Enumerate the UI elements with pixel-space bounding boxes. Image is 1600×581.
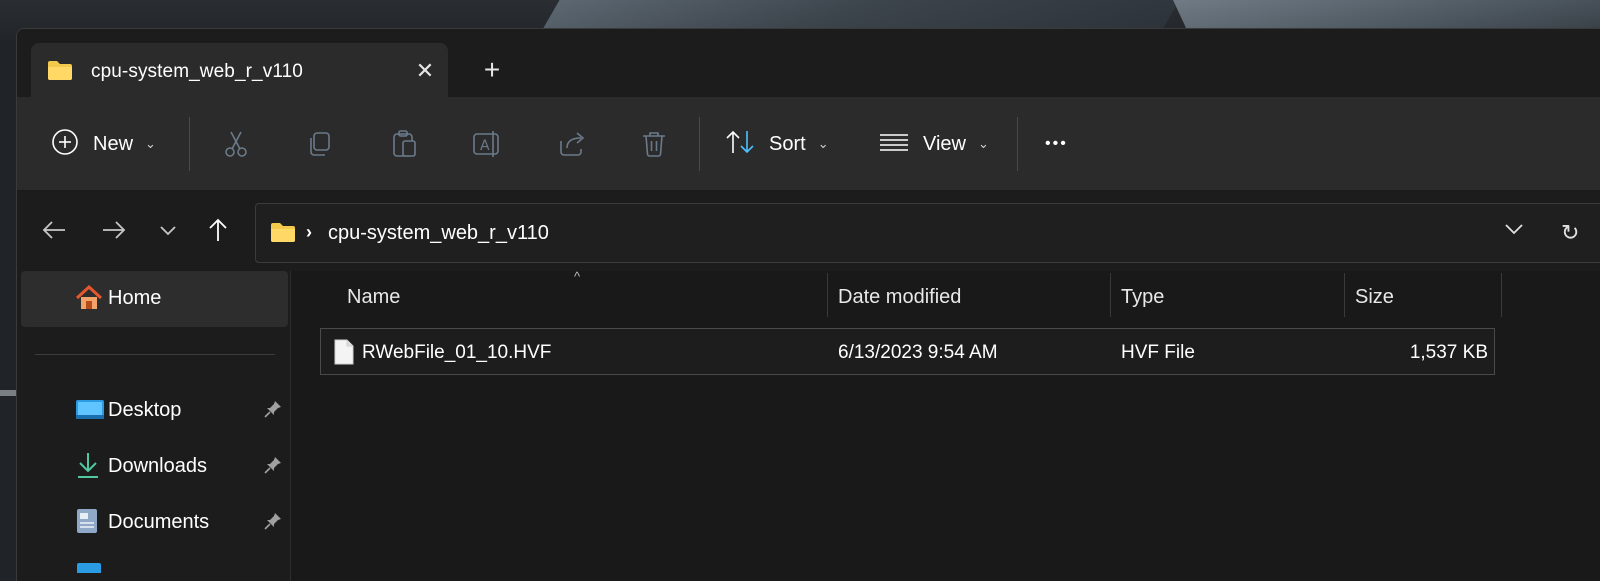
copy-icon[interactable] <box>305 129 335 159</box>
download-icon <box>75 451 101 484</box>
file-icon <box>333 338 355 371</box>
delete-icon[interactable] <box>639 129 669 159</box>
paste-icon[interactable] <box>389 129 419 159</box>
file-explorer-window: cpu-system_web_r_v110 ✕ + New ⌄ A Sort ⌄… <box>16 28 1600 581</box>
address-dropdown-chevron-icon[interactable] <box>1504 222 1524 241</box>
chevron-down-icon: ⌄ <box>817 136 829 151</box>
breadcrumb-current-folder[interactable]: cpu-system_web_r_v110 <box>328 222 549 245</box>
forward-icon[interactable] <box>99 215 129 245</box>
column-separator[interactable] <box>1501 273 1502 317</box>
rename-icon[interactable]: A <box>472 129 502 159</box>
sort-icon <box>725 128 757 161</box>
tab-bar: cpu-system_web_r_v110 ✕ + <box>17 29 1600 99</box>
tab-current-folder[interactable]: cpu-system_web_r_v110 ✕ <box>31 43 448 99</box>
file-type: HVF File <box>1121 342 1195 363</box>
desktop-icon <box>75 399 105 426</box>
breadcrumb-separator[interactable]: › <box>306 222 312 243</box>
pin-icon[interactable] <box>263 511 283 536</box>
view-lines-icon <box>879 132 909 157</box>
chevron-down-icon: ⌄ <box>145 136 156 151</box>
view-button[interactable]: View ⌄ <box>879 97 989 191</box>
up-icon[interactable] <box>203 215 233 245</box>
view-button-label: View <box>923 132 966 155</box>
column-header-date-modified[interactable]: Date modified <box>828 271 1111 317</box>
sidebar-item-label: Downloads <box>108 455 207 477</box>
sort-button-label: Sort <box>769 132 806 155</box>
sidebar-item-home[interactable]: Home <box>17 271 291 327</box>
tab-title: cpu-system_web_r_v110 <box>91 61 303 82</box>
folder-icon <box>47 59 73 86</box>
toolbar-divider <box>1017 117 1018 171</box>
sidebar-item-desktop[interactable]: Desktop <box>17 383 291 439</box>
navigation-bar: › cpu-system_web_r_v110 ↻ <box>17 191 1600 271</box>
sidebar-item-partial-icon <box>77 563 101 573</box>
more-options-icon[interactable]: ••• <box>1045 97 1068 191</box>
toolbar-divider <box>189 117 190 171</box>
file-list: ^ Name Date modified Type Size RWebFile_… <box>292 269 1600 581</box>
column-header-type[interactable]: Type <box>1111 271 1345 317</box>
recent-locations-chevron-icon[interactable] <box>153 215 183 245</box>
cut-icon[interactable] <box>221 129 251 159</box>
close-tab-icon[interactable]: ✕ <box>411 57 439 85</box>
new-tab-button[interactable]: + <box>477 54 507 85</box>
svg-text:A: A <box>480 138 490 154</box>
documents-icon <box>75 507 99 540</box>
refresh-icon[interactable]: ↻ <box>1561 220 1579 246</box>
share-icon[interactable] <box>557 129 587 159</box>
new-button-label: New <box>93 132 134 155</box>
file-name: RWebFile_01_10.HVF <box>362 342 552 363</box>
file-row[interactable]: RWebFile_01_10.HVF 6/13/2023 9:54 AM HVF… <box>320 328 1495 375</box>
pin-icon[interactable] <box>263 455 283 480</box>
sidebar-item-label: Home <box>108 287 162 309</box>
pin-icon[interactable] <box>263 399 283 424</box>
plus-circle-icon <box>51 128 79 161</box>
file-date-modified: 6/13/2023 9:54 AM <box>838 342 998 363</box>
home-icon <box>75 284 103 316</box>
sidebar-item-documents[interactable]: Documents <box>17 495 291 551</box>
desktop-edge <box>0 40 16 581</box>
column-header-name[interactable]: Name <box>292 271 827 317</box>
new-button[interactable]: New ⌄ <box>51 97 156 191</box>
navigation-pane: Home Desktop Downloads Documents <box>17 271 291 581</box>
chevron-down-icon: ⌄ <box>978 136 989 151</box>
back-icon[interactable] <box>39 215 69 245</box>
sidebar-item-downloads[interactable]: Downloads <box>17 439 291 495</box>
address-bar[interactable]: › cpu-system_web_r_v110 ↻ <box>255 203 1600 263</box>
sidebar-item-label: Desktop <box>108 399 182 421</box>
file-size: 1,537 KB <box>1409 342 1488 363</box>
sidebar-divider <box>35 354 275 355</box>
toolbar-divider <box>699 117 700 171</box>
column-header-size[interactable]: Size <box>1345 271 1502 317</box>
command-bar: New ⌄ A Sort ⌄ View ⌄ ••• <box>17 97 1600 191</box>
folder-icon <box>270 221 296 248</box>
sort-button[interactable]: Sort ⌄ <box>725 97 829 191</box>
sidebar-item-label: Documents <box>108 511 210 533</box>
